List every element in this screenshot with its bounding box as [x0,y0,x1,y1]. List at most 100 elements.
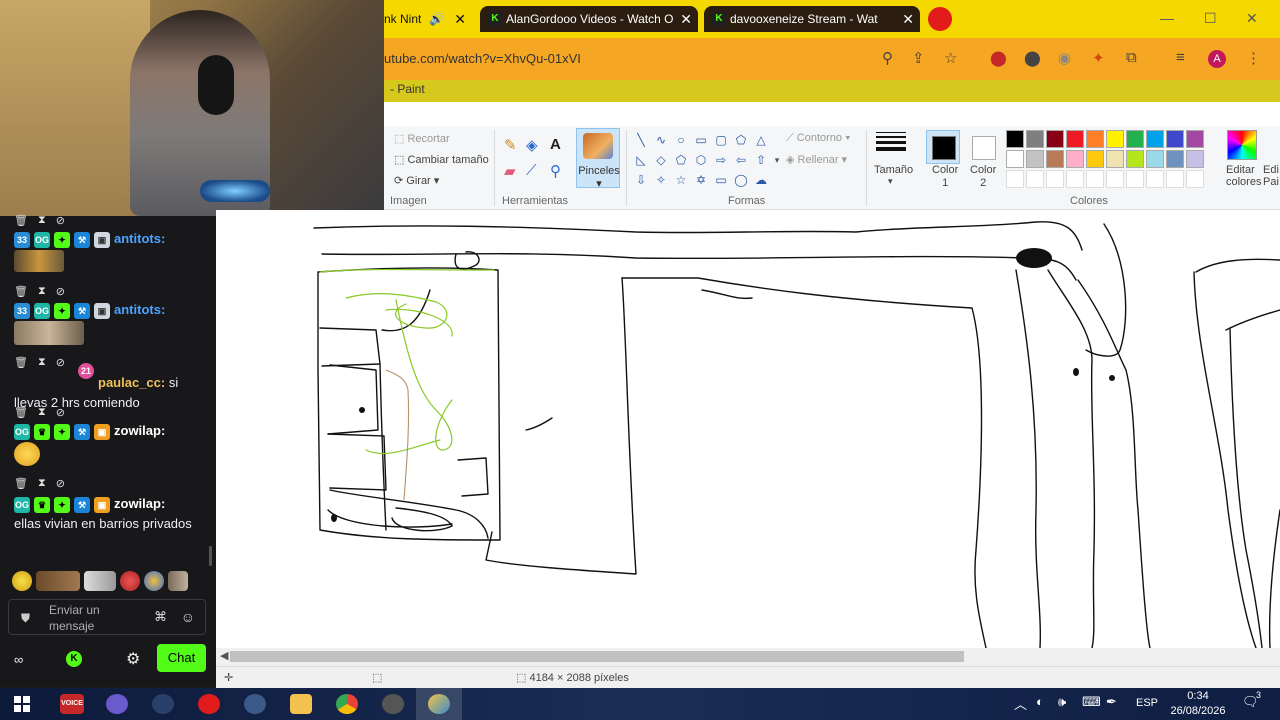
delete-icon[interactable]: 🗑 [14,477,28,490]
chevron-up-icon[interactable]: ︿ [1014,694,1027,713]
arrow-down-shape-icon[interactable]: ⇩ [634,174,648,186]
gear-icon[interactable]: ⚙ [126,649,140,669]
extension-icon[interactable]: ✦ [1092,49,1105,67]
drawing-canvas[interactable] [216,210,1280,649]
timeout-icon[interactable]: ⧗ [38,356,46,369]
arrow-up-shape-icon[interactable]: ⇧ [754,154,768,166]
custom-palette-swatch[interactable] [1086,170,1104,188]
palette-swatch[interactable] [1186,150,1204,168]
chevron-left-icon[interactable]: ◀ [220,649,228,662]
file-explorer-icon[interactable] [290,694,312,714]
custom-palette-swatch[interactable] [1026,170,1044,188]
language-indicator[interactable]: ESP [1136,697,1158,709]
paint-icon[interactable] [428,694,450,714]
extension-icon[interactable]: ⬤ [990,49,1007,67]
fill-icon[interactable]: ◈ [526,136,538,154]
palette-swatch[interactable] [1026,150,1044,168]
volume-icon[interactable]: 🕪 [1058,694,1066,710]
custom-palette-swatch[interactable] [1006,170,1024,188]
zoom-icon[interactable]: ⚲ [882,49,893,67]
rounded-rectangle-shape-icon[interactable]: ▢ [714,134,728,146]
color2-selector[interactable] [966,130,1000,164]
color1-selector[interactable] [926,130,960,164]
custom-palette-swatch[interactable] [1186,170,1204,188]
line-shape-icon[interactable]: ╲ [634,134,648,146]
outline-button[interactable]: ⟋ Contorno ▾ [786,132,850,145]
chrome-icon[interactable] [336,694,358,714]
rectangle-shape-icon[interactable]: ▭ [694,134,708,146]
delete-icon[interactable]: 🗑 [14,356,28,369]
browser-tab[interactable]: K davooxeneize Stream - Wat ✕ [704,6,920,32]
pentagon-shape-icon[interactable]: ⬠ [674,154,688,166]
palette-swatch[interactable] [1166,130,1184,148]
gaming-app-icon[interactable] [382,694,404,714]
callout-oval-shape-icon[interactable]: ◯ [734,174,748,186]
recording-indicator[interactable] [928,7,952,31]
timeout-icon[interactable]: ⧗ [38,285,46,298]
palette-swatch[interactable] [1146,150,1164,168]
chevron-down-icon[interactable]: ▾ [770,154,784,166]
edit-colors-button[interactable] [1227,130,1257,160]
palette-swatch[interactable] [1186,130,1204,148]
scrollbar-thumb[interactable] [230,651,964,662]
minimize-icon[interactable]: — [1160,10,1174,26]
arrow-right-shape-icon[interactable]: ⇨ [714,154,728,166]
palette-swatch[interactable] [1106,150,1124,168]
cloud-callout-shape-icon[interactable]: ☁ [754,174,768,186]
resize-button[interactable]: ⬚ Cambiar tamaño [394,153,489,166]
pencil-icon[interactable]: ✎ [504,136,517,154]
browser-tab[interactable]: K AlanGordooo Videos - Watch O ✕ [480,6,698,32]
obs-icon[interactable] [106,694,128,714]
extension-icon[interactable]: ⬤ [1024,49,1041,67]
browser-tab[interactable]: nk Nint 🔊 ✕ [358,6,472,32]
palette-swatch[interactable] [1046,130,1064,148]
ban-icon[interactable]: ⊘ [56,356,65,369]
oval-shape-icon[interactable]: ○ [674,134,688,146]
menu-icon[interactable]: ⋮ [1246,49,1261,67]
close-icon[interactable]: ✕ [680,6,692,32]
polygon-shape-icon[interactable]: ⬠ [734,134,748,146]
channel-points-icon[interactable]: ∞ [14,652,23,667]
star-icon[interactable]: ☆ [944,49,957,67]
chat-username[interactable]: antitots: [114,302,165,317]
curve-shape-icon[interactable]: ∿ [654,134,668,146]
custom-palette-swatch[interactable] [1126,170,1144,188]
chat-input[interactable]: ⛊ Enviar un mensaje ⌘ ☺ [8,599,206,635]
maximize-icon[interactable]: ☐ [1204,10,1217,27]
media-icon[interactable]: ≡ [1176,49,1185,66]
five-point-star-shape-icon[interactable]: ☆ [674,174,688,186]
emote[interactable] [120,571,140,591]
emoji-icon[interactable]: ☺ [181,609,195,625]
magnifier-icon[interactable]: ⚲ [550,162,561,180]
crop-button[interactable]: ⬚ Recortar [394,132,450,145]
palette-swatch[interactable] [1006,130,1024,148]
palette-swatch[interactable] [1086,130,1104,148]
palette-swatch[interactable] [1066,130,1084,148]
custom-palette-swatch[interactable] [1066,170,1084,188]
chat-username[interactable]: paulac_cc: [98,375,165,390]
windows-start-icon[interactable] [14,696,30,712]
audio-extension-icon[interactable]: ◉ [1058,49,1071,67]
timeout-icon[interactable]: ⧗ [38,214,46,227]
horizontal-scrollbar[interactable]: ◀ [216,648,1280,666]
steam-icon[interactable] [244,694,266,714]
discord-icon[interactable]: ◐ [1036,694,1044,709]
chat-username[interactable]: antitots: [114,231,165,246]
ban-icon[interactable]: ⊘ [56,214,65,227]
size-button[interactable] [876,132,906,154]
palette-swatch[interactable] [1046,150,1064,168]
emote[interactable] [168,571,188,591]
color-picker-icon[interactable]: ⟋ [526,162,537,179]
right-triangle-shape-icon[interactable]: ◺ [634,154,648,166]
six-point-star-shape-icon[interactable]: ✡ [694,174,708,186]
emote[interactable] [84,571,116,591]
text-tool-icon[interactable]: A [550,136,561,153]
palette-swatch[interactable] [1066,150,1084,168]
ban-icon[interactable]: ⊘ [56,477,65,490]
emote[interactable] [12,571,32,591]
eraser-icon[interactable]: ▰ [504,162,516,180]
chat-scrollbar[interactable] [209,546,212,566]
delete-icon[interactable]: 🗑 [14,285,28,298]
diamond-shape-icon[interactable]: ◇ [654,154,668,166]
timeout-icon[interactable]: ⧗ [38,477,46,490]
